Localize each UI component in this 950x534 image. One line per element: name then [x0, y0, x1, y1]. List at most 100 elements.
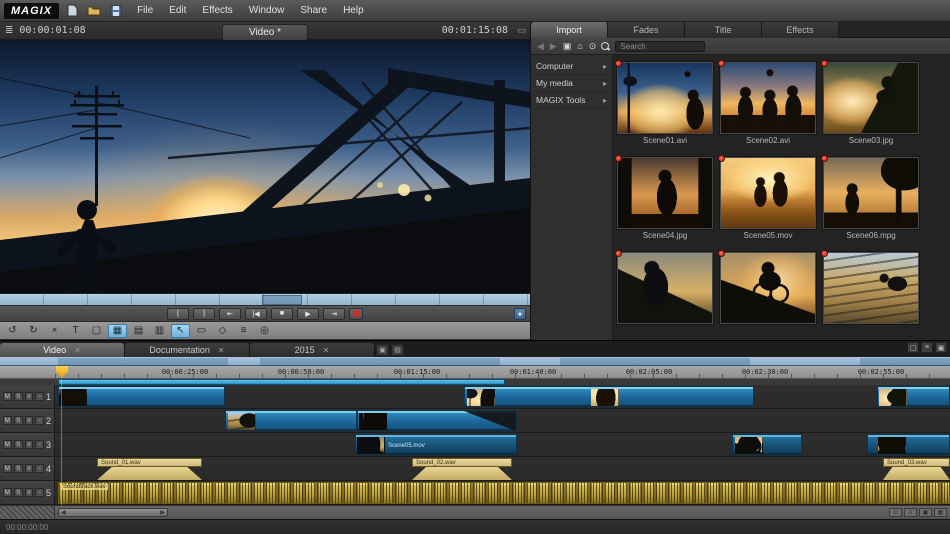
range-end-button[interactable]: ]	[193, 308, 215, 320]
timeline-hscrollbar[interactable]: ◀▶ ⊙≡▣▦	[0, 505, 950, 519]
media-thumbnail-image[interactable]	[720, 252, 816, 324]
timeline-title-clip[interactable]: Sound_01.wav	[97, 458, 202, 480]
timeline-mode-button[interactable]: ▦	[108, 324, 127, 338]
menu-item-edit[interactable]: Edit	[161, 2, 194, 19]
menu-item-window[interactable]: Window	[241, 2, 293, 19]
mute-button[interactable]: M	[3, 392, 12, 401]
clip-fade-out[interactable]	[464, 411, 516, 431]
scroll-left-icon[interactable]: ◀	[61, 509, 66, 516]
scrubber-position-handle[interactable]	[262, 295, 302, 305]
zoom-tool-button[interactable]: ◎	[255, 324, 274, 338]
preview-options-icon[interactable]: ▭	[517, 25, 526, 36]
jump-start-button[interactable]: |◀	[245, 308, 267, 320]
timeline-title-clip[interactable]: Sound_03.wav	[883, 458, 950, 480]
timeline-video-clip[interactable]	[867, 434, 950, 455]
mouse-mode-button[interactable]: ↖	[171, 324, 190, 338]
home-icon[interactable]: ⌂	[577, 42, 582, 51]
media-thumbnail-image[interactable]	[720, 62, 816, 134]
grid-button[interactable]: ≡	[234, 324, 253, 338]
media-thumbnail[interactable]: Scene06.mpg	[823, 157, 919, 240]
timeline-title-clip[interactable]: Sound_02.wav	[412, 458, 512, 480]
solo-button[interactable]: S	[14, 392, 23, 401]
solo-button[interactable]: S	[14, 464, 23, 473]
back-icon[interactable]: ◀	[537, 42, 544, 51]
timeline-video-clip[interactable]	[357, 410, 517, 431]
track-fx-button[interactable]: ≡	[25, 392, 34, 401]
media-thumbnail-image[interactable]	[720, 157, 816, 229]
media-thumbnail[interactable]: Scene05.mov	[720, 157, 816, 240]
timeline-audio-clip[interactable]: Soundtrack.wav	[58, 482, 950, 504]
timeline-tab-2015[interactable]: 2015✕	[250, 343, 375, 358]
delete-button[interactable]: ×	[45, 324, 64, 338]
close-icon[interactable]: ✕	[323, 346, 330, 355]
timeline-tab-button-1[interactable]: ▤	[391, 344, 404, 356]
options-gear-icon[interactable]: ⊙	[589, 42, 597, 51]
close-icon[interactable]: ✕	[218, 346, 225, 355]
timeline-video-clip[interactable]	[732, 434, 802, 455]
media-thumbnail-image[interactable]	[617, 157, 713, 229]
track-fx-button[interactable]: ≡	[25, 416, 34, 425]
split-button[interactable]: ▢	[87, 324, 106, 338]
preview-menu-icon[interactable]: ≣	[5, 25, 13, 36]
zoom-button-0[interactable]: ⊙	[889, 508, 902, 517]
record-button[interactable]	[349, 308, 363, 320]
storyboard-mode-button[interactable]: ▤	[129, 324, 148, 338]
media-thumbnail[interactable]	[720, 252, 816, 326]
marker-button[interactable]: ◇	[213, 324, 232, 338]
hscroll-thumb[interactable]: ◀▶	[58, 508, 168, 517]
timeline-video-clip[interactable]: Scene05.mov	[355, 434, 517, 455]
window-button-0[interactable]: ▢	[907, 342, 919, 353]
track-lock-button[interactable]: ▫	[35, 488, 44, 497]
stretch-mode-button[interactable]: ▭	[192, 324, 211, 338]
tree-item-computer[interactable]: Computer▸	[531, 58, 612, 75]
media-thumbnail[interactable]: Scene02.avi	[720, 62, 816, 145]
mute-button[interactable]: M	[3, 440, 12, 449]
timeline-video-clip[interactable]	[58, 386, 225, 407]
search-input[interactable]	[615, 41, 705, 52]
track-fx-button[interactable]: ≡	[25, 464, 34, 473]
mute-button[interactable]: M	[3, 464, 12, 473]
play-button[interactable]: ▶	[297, 308, 319, 320]
jump-end-button[interactable]: ⇥	[323, 308, 345, 320]
track-lock-button[interactable]: ▫	[35, 440, 44, 449]
media-pool-tab-effects[interactable]: Effects	[762, 22, 839, 38]
media-thumbnail[interactable]: Scene04.jpg	[617, 157, 713, 240]
window-button-1[interactable]: ≡	[921, 342, 933, 353]
overview-mode-button[interactable]: ▥	[150, 324, 169, 338]
title-button[interactable]: T	[66, 324, 85, 338]
timeline-video-clip[interactable]	[464, 386, 754, 407]
timeline-video-clip[interactable]	[877, 386, 950, 407]
forward-icon[interactable]: ▶	[550, 42, 557, 51]
media-thumbnail-image[interactable]	[617, 252, 713, 324]
timeline-video-clip[interactable]	[225, 410, 357, 431]
media-thumbnail-image[interactable]	[823, 62, 919, 134]
jump-range-start-button[interactable]: ⇤	[219, 308, 241, 320]
solo-button[interactable]: S	[14, 440, 23, 449]
mute-button[interactable]: M	[3, 416, 12, 425]
video-preview-monitor[interactable]	[0, 40, 530, 293]
media-thumbnail-image[interactable]	[823, 157, 919, 229]
timeline-tab-video[interactable]: Video✕	[0, 343, 125, 358]
timeline-overview-bar[interactable]	[0, 357, 950, 366]
media-thumbnail[interactable]: Scene01.avi	[617, 62, 713, 145]
timeline-tab-documentation[interactable]: Documentation✕	[125, 343, 250, 358]
timeline-ruler[interactable]: 00:00:25:0000:00:50:0000:01:15:0000:01:4…	[0, 366, 950, 379]
redo-button[interactable]: ↻	[24, 324, 43, 338]
open-folder-icon[interactable]	[85, 3, 103, 19]
timeline-tab-button-0[interactable]: ▣	[376, 344, 389, 356]
track-lock-button[interactable]: ▫	[35, 392, 44, 401]
range-start-button[interactable]: [	[167, 308, 189, 320]
menu-item-effects[interactable]: Effects	[194, 2, 240, 19]
save-icon[interactable]	[107, 3, 125, 19]
monitor-icon[interactable]: ▣	[563, 42, 572, 51]
undo-button[interactable]: ↺	[3, 324, 22, 338]
mute-button[interactable]: M	[3, 488, 12, 497]
media-thumbnail[interactable]	[617, 252, 713, 326]
track-fx-button[interactable]: ≡	[25, 488, 34, 497]
preview-tab-video[interactable]: Video *	[222, 24, 308, 40]
preview-render-button[interactable]: ✦	[514, 308, 526, 320]
tree-item-magix-tools[interactable]: MAGIX Tools▸	[531, 92, 612, 109]
media-thumbnail-image[interactable]	[823, 252, 919, 324]
scroll-right-icon[interactable]: ▶	[160, 509, 165, 516]
preview-scrubber[interactable]	[0, 293, 530, 306]
